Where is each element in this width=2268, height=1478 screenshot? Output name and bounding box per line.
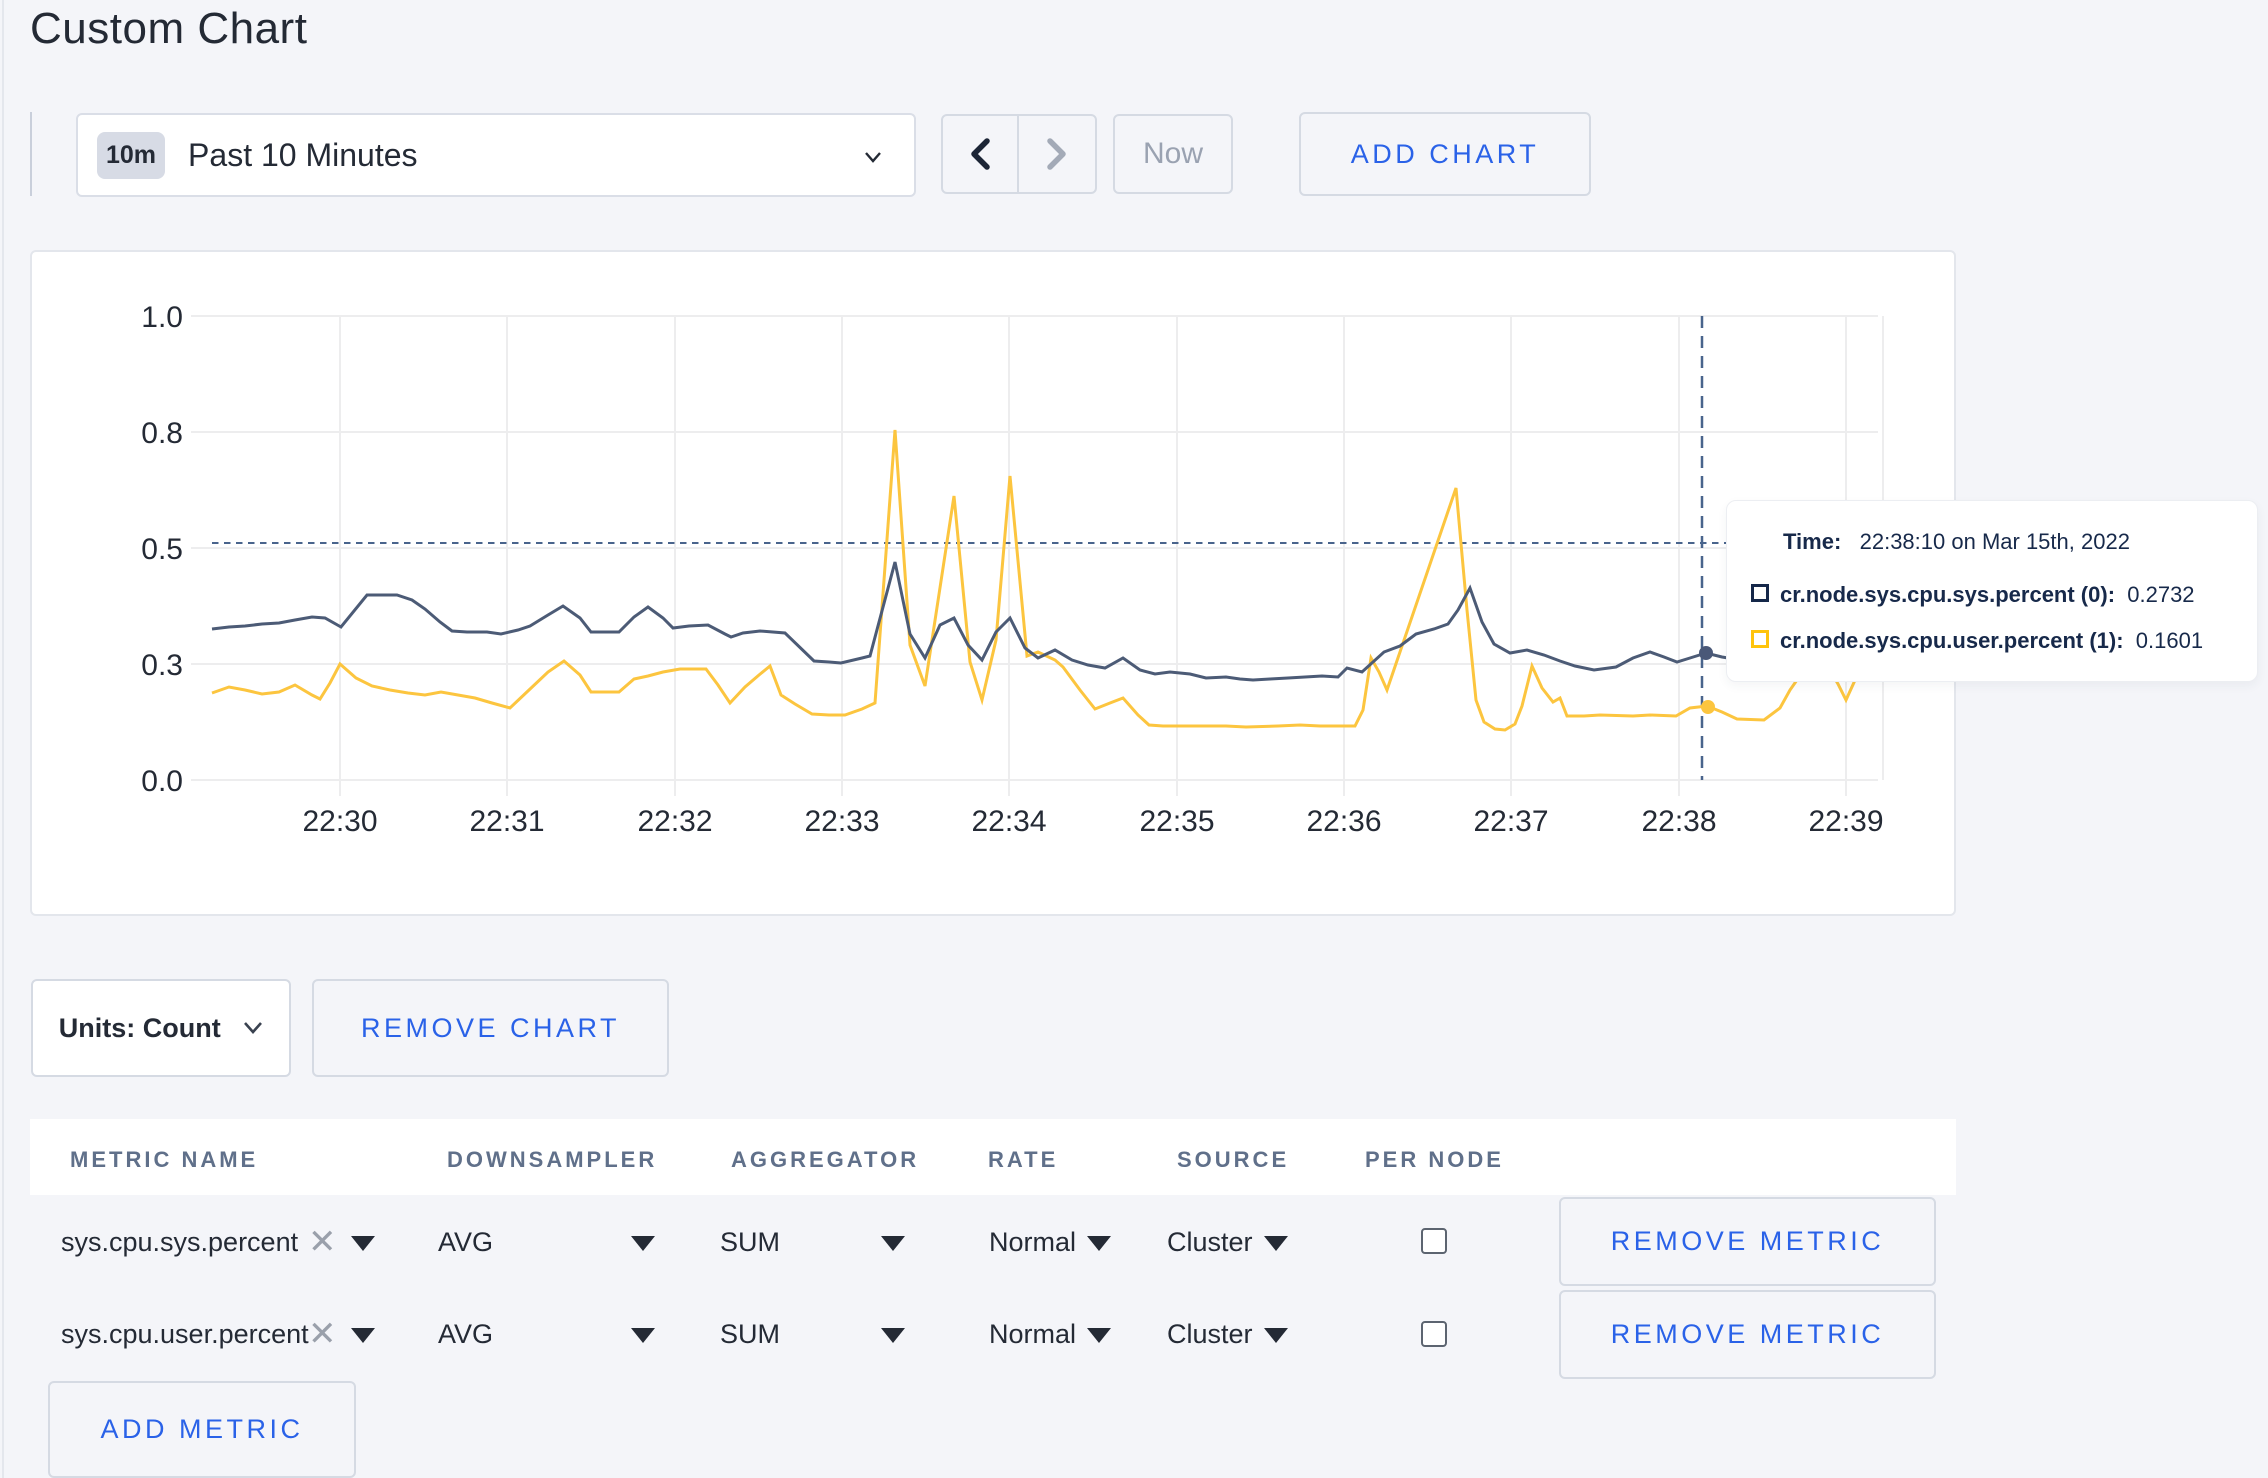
svg-text:1.0: 1.0 xyxy=(141,301,183,334)
svg-text:22:39: 22:39 xyxy=(1808,805,1883,838)
svg-text:0.3: 0.3 xyxy=(141,649,183,682)
svg-text:22:31: 22:31 xyxy=(469,805,544,838)
svg-text:22:37: 22:37 xyxy=(1473,805,1548,838)
svg-text:0.0: 0.0 xyxy=(141,765,183,798)
svg-text:0.8: 0.8 xyxy=(141,417,183,450)
svg-text:22:34: 22:34 xyxy=(971,805,1046,838)
svg-text:22:38: 22:38 xyxy=(1641,805,1716,838)
svg-text:22:36: 22:36 xyxy=(1306,805,1381,838)
svg-text:22:33: 22:33 xyxy=(804,805,879,838)
svg-text:0.5: 0.5 xyxy=(141,533,183,566)
svg-text:22:30: 22:30 xyxy=(302,805,377,838)
svg-text:22:35: 22:35 xyxy=(1139,805,1214,838)
svg-text:22:32: 22:32 xyxy=(637,805,712,838)
